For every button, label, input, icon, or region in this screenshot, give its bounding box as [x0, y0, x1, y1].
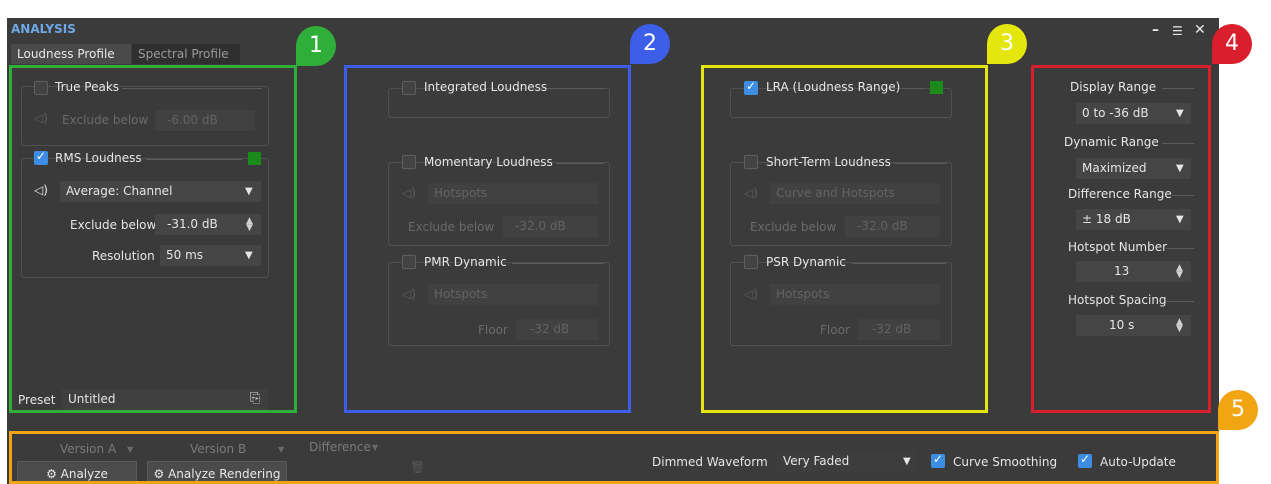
callout-badge-4: 4	[1212, 24, 1252, 64]
minimize-icon[interactable]: –	[1152, 22, 1159, 38]
callout-frame-1	[9, 65, 297, 413]
callout-frame-3	[701, 65, 988, 413]
callout-frame-2	[344, 65, 631, 413]
callout-badge-2: 2	[630, 24, 670, 64]
tab-spectral-profile[interactable]: Spectral Profile	[132, 44, 240, 64]
callout-badge-5: 5	[1218, 390, 1258, 430]
close-icon[interactable]: ✕	[1194, 22, 1206, 38]
tab-loudness-profile[interactable]: Loudness Profile	[11, 44, 131, 64]
callout-frame-5	[9, 431, 1219, 484]
callout-badge-3: 3	[987, 24, 1027, 64]
panel-menu-icon[interactable]: ☰	[1172, 24, 1183, 38]
window-title: ANALYSIS	[11, 22, 76, 36]
callout-frame-4	[1031, 65, 1211, 413]
callout-badge-1: 1	[296, 26, 336, 66]
